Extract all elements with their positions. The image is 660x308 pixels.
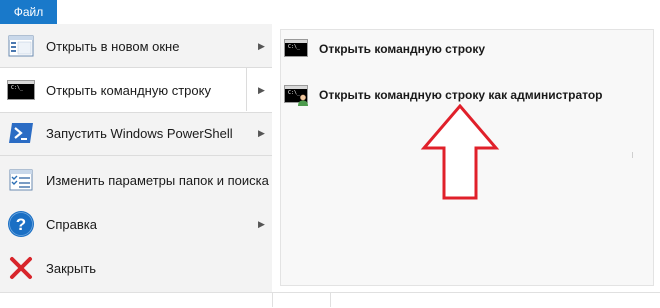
scroll-tick [632, 152, 633, 158]
menu-item-powershell[interactable]: Запустить Windows PowerShell ▶ [0, 114, 272, 152]
svg-text:?: ? [16, 215, 26, 234]
chevron-right-icon: ▶ [258, 84, 265, 95]
file-tab[interactable]: Файл [0, 0, 57, 24]
cmd-admin-icon: C:\_ [284, 85, 308, 106]
submenu-item-label: Открыть командную строку как администрат… [319, 88, 603, 102]
menu-item-label: Запустить Windows PowerShell [46, 125, 233, 141]
chevron-right-icon: ▶ [258, 218, 265, 229]
file-menu: Открыть в новом окне ▶ C:\_ Открыть кома… [0, 24, 273, 293]
menu-item-close[interactable]: Закрыть [0, 248, 272, 288]
cmd-icon: C:\_ [284, 39, 308, 59]
ribbon-bar [0, 0, 660, 25]
menu-item-open-new-window[interactable]: Открыть в новом окне ▶ [0, 26, 272, 66]
folder-options-icon [6, 165, 36, 195]
menu-item-open-cmd[interactable]: C:\_ Открыть командную строку ▶ [0, 67, 272, 113]
column-divider [330, 292, 331, 307]
submenu-item-label: Открыть командную строку [319, 42, 486, 56]
help-icon: ? [6, 209, 36, 239]
menu-item-label: Закрыть [46, 260, 97, 276]
admin-user-icon [298, 94, 308, 106]
submenu-split-divider [246, 67, 247, 111]
chevron-right-icon: ▶ [258, 40, 265, 51]
column-divider [272, 292, 273, 307]
powershell-icon [6, 118, 36, 148]
cmd-icon: C:\_ [6, 75, 36, 105]
chevron-right-icon: ▶ [258, 127, 265, 138]
submenu-item-open-cmd[interactable]: C:\_ Открыть командную строку [281, 34, 653, 64]
menu-item-label: Открыть в новом окне [46, 38, 180, 54]
close-icon [6, 253, 36, 283]
menu-item-label: Изменить параметры папок и поиска [46, 172, 269, 188]
menu-item-folder-options[interactable]: Изменить параметры папок и поиска [0, 160, 272, 200]
menu-item-label: Справка [46, 216, 97, 232]
menu-item-help[interactable]: ? Справка ▶ [0, 204, 272, 244]
red-up-arrow-annotation [420, 104, 500, 200]
window-icon [6, 31, 36, 61]
menu-separator [0, 155, 272, 156]
menu-item-label: Открыть командную строку [46, 82, 211, 98]
